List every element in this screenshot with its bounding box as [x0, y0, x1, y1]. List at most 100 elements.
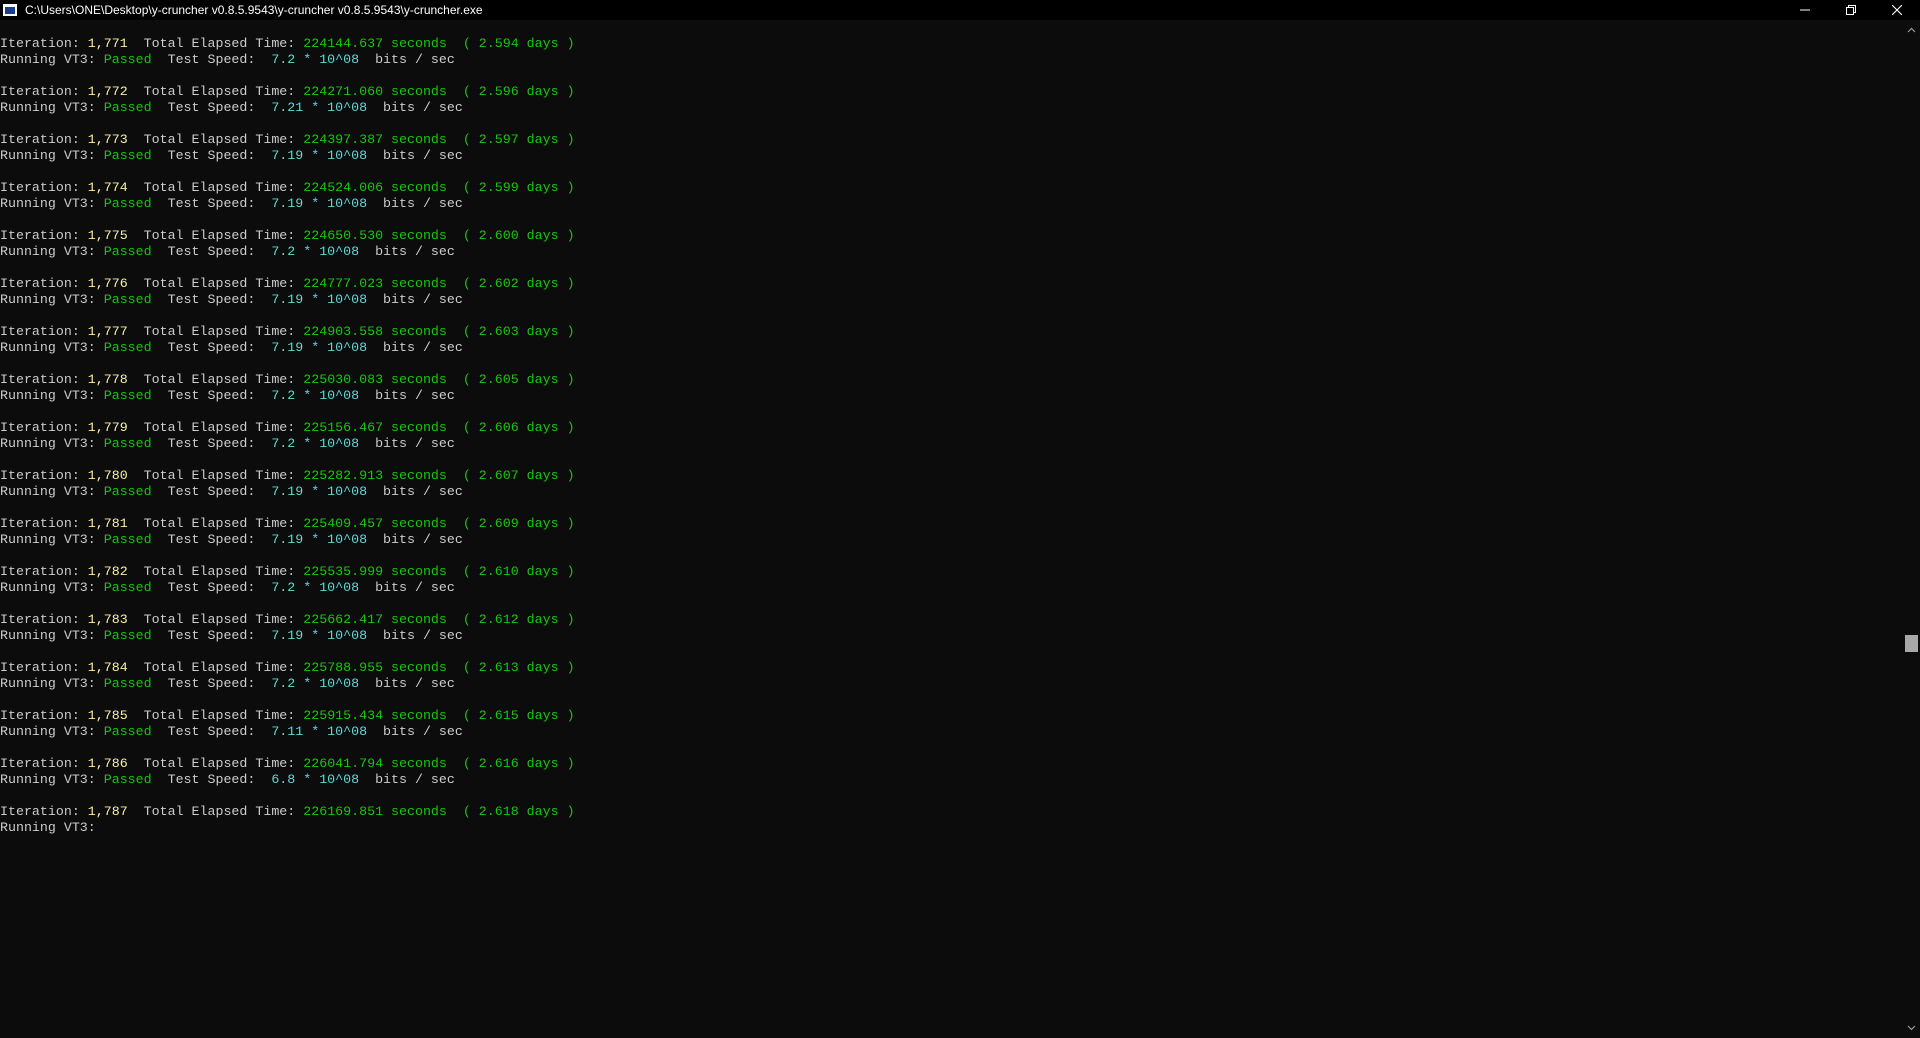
elapsed-label: Total Elapsed Time:: [127, 756, 304, 771]
test-line: Running VT3: Passed Test Speed: 7.19 * 1…: [0, 532, 1900, 548]
elapsed-label: Total Elapsed Time:: [127, 612, 304, 627]
speed-unit: bits / sec: [359, 580, 455, 595]
elapsed-label: Total Elapsed Time:: [127, 36, 304, 51]
speed-unit: bits / sec: [367, 724, 463, 739]
iteration-line: Iteration: 1,775 Total Elapsed Time: 224…: [0, 228, 1900, 244]
iteration-line: Iteration: 1,783 Total Elapsed Time: 225…: [0, 612, 1900, 628]
speed-unit: bits / sec: [367, 532, 463, 547]
iteration-block: Iteration: 1,773 Total Elapsed Time: 224…: [0, 132, 1900, 164]
speed-unit: bits / sec: [367, 100, 463, 115]
iteration-block: Iteration: 1,777 Total Elapsed Time: 224…: [0, 324, 1900, 356]
test-line: Running VT3: Passed Test Speed: 7.2 * 10…: [0, 580, 1900, 596]
running-label: Running VT3:: [0, 388, 104, 403]
close-button[interactable]: [1874, 0, 1920, 20]
elapsed-label: Total Elapsed Time:: [127, 276, 304, 291]
iteration-number: 1,786: [87, 756, 128, 771]
iteration-number: 1,779: [87, 420, 128, 435]
test-speed-value: 7.2 * 10^08: [271, 52, 360, 67]
test-speed-label: Test Speed:: [151, 52, 272, 67]
iteration-block: Iteration: 1,787 Total Elapsed Time: 226…: [0, 804, 1900, 836]
restore-button[interactable]: [1828, 0, 1874, 20]
title-bar[interactable]: C:\Users\ONE\Desktop\y-cruncher v0.8.5.9…: [0, 0, 1920, 20]
test-line: Running VT3: Passed Test Speed: 7.2 * 10…: [0, 436, 1900, 452]
speed-unit: bits / sec: [367, 196, 463, 211]
iteration-line: Iteration: 1,776 Total Elapsed Time: 224…: [0, 276, 1900, 292]
elapsed-seconds: 224524.006 seconds: [303, 180, 447, 195]
test-line: Running VT3:: [0, 820, 1900, 836]
running-label: Running VT3:: [0, 196, 104, 211]
running-label: Running VT3:: [0, 820, 104, 835]
scrollbar-thumb[interactable]: [1905, 635, 1918, 652]
elapsed-days: ( 2.616 days ): [446, 756, 575, 771]
test-speed-value: 7.19 * 10^08: [271, 292, 368, 307]
console-output[interactable]: Iteration: 1,771 Total Elapsed Time: 224…: [0, 36, 1900, 1036]
elapsed-label: Total Elapsed Time:: [127, 420, 304, 435]
iteration-number: 1,775: [87, 228, 128, 243]
test-status: Passed: [103, 580, 152, 595]
elapsed-seconds: 226041.794 seconds: [303, 756, 447, 771]
elapsed-days: ( 2.602 days ): [446, 276, 575, 291]
test-speed-label: Test Speed:: [151, 772, 272, 787]
iteration-line: Iteration: 1,773 Total Elapsed Time: 224…: [0, 132, 1900, 148]
elapsed-days: ( 2.594 days ): [446, 36, 575, 51]
iteration-label: Iteration:: [0, 420, 88, 435]
vertical-scrollbar[interactable]: [1903, 20, 1920, 1038]
elapsed-days: ( 2.596 days ): [446, 84, 575, 99]
minimize-button[interactable]: [1782, 0, 1828, 20]
iteration-label: Iteration:: [0, 324, 88, 339]
iteration-block: Iteration: 1,778 Total Elapsed Time: 225…: [0, 372, 1900, 404]
iteration-line: Iteration: 1,786 Total Elapsed Time: 226…: [0, 756, 1900, 772]
elapsed-seconds: 224271.060 seconds: [303, 84, 447, 99]
elapsed-seconds: 225915.434 seconds: [303, 708, 447, 723]
elapsed-days: ( 2.600 days ): [446, 228, 575, 243]
running-label: Running VT3:: [0, 436, 104, 451]
iteration-label: Iteration:: [0, 180, 88, 195]
iteration-number: 1,785: [87, 708, 128, 723]
minimize-icon: [1800, 9, 1810, 11]
speed-unit: bits / sec: [367, 148, 463, 163]
test-status: Passed: [103, 388, 152, 403]
test-speed-label: Test Speed:: [151, 724, 272, 739]
iteration-number: 1,773: [87, 132, 128, 147]
iteration-line: Iteration: 1,781 Total Elapsed Time: 225…: [0, 516, 1900, 532]
elapsed-days: ( 2.610 days ): [446, 564, 575, 579]
iteration-number: 1,780: [87, 468, 128, 483]
test-status: Passed: [103, 196, 152, 211]
elapsed-seconds: 225282.913 seconds: [303, 468, 447, 483]
iteration-line: Iteration: 1,778 Total Elapsed Time: 225…: [0, 372, 1900, 388]
elapsed-label: Total Elapsed Time:: [127, 372, 304, 387]
elapsed-label: Total Elapsed Time:: [127, 228, 304, 243]
elapsed-label: Total Elapsed Time:: [127, 660, 304, 675]
iteration-line: Iteration: 1,787 Total Elapsed Time: 226…: [0, 804, 1900, 820]
test-line: Running VT3: Passed Test Speed: 6.8 * 10…: [0, 772, 1900, 788]
test-line: Running VT3: Passed Test Speed: 7.19 * 1…: [0, 292, 1900, 308]
running-label: Running VT3:: [0, 724, 104, 739]
scroll-down-arrow-icon[interactable]: [1907, 1023, 1916, 1032]
scroll-up-arrow-icon[interactable]: [1907, 26, 1916, 35]
speed-unit: bits / sec: [367, 628, 463, 643]
test-line: Running VT3: Passed Test Speed: 7.19 * 1…: [0, 196, 1900, 212]
elapsed-seconds: 225788.955 seconds: [303, 660, 447, 675]
test-line: Running VT3: Passed Test Speed: 7.11 * 1…: [0, 724, 1900, 740]
iteration-label: Iteration:: [0, 612, 88, 627]
test-speed-label: Test Speed:: [151, 244, 272, 259]
iteration-label: Iteration:: [0, 276, 88, 291]
elapsed-days: ( 2.607 days ): [446, 468, 575, 483]
iteration-label: Iteration:: [0, 708, 88, 723]
iteration-number: 1,781: [87, 516, 128, 531]
elapsed-days: ( 2.603 days ): [446, 324, 575, 339]
elapsed-label: Total Elapsed Time:: [127, 84, 304, 99]
test-speed-value: 7.19 * 10^08: [271, 196, 368, 211]
test-status: Passed: [103, 340, 152, 355]
speed-unit: bits / sec: [359, 772, 455, 787]
elapsed-days: ( 2.606 days ): [446, 420, 575, 435]
running-label: Running VT3:: [0, 628, 104, 643]
iteration-block: Iteration: 1,786 Total Elapsed Time: 226…: [0, 756, 1900, 788]
speed-unit: bits / sec: [367, 340, 463, 355]
speed-unit: bits / sec: [359, 52, 455, 67]
test-speed-label: Test Speed:: [151, 340, 272, 355]
elapsed-seconds: 224144.637 seconds: [303, 36, 447, 51]
test-speed-value: 6.8 * 10^08: [271, 772, 360, 787]
iteration-block: Iteration: 1,783 Total Elapsed Time: 225…: [0, 612, 1900, 644]
test-speed-label: Test Speed:: [151, 580, 272, 595]
